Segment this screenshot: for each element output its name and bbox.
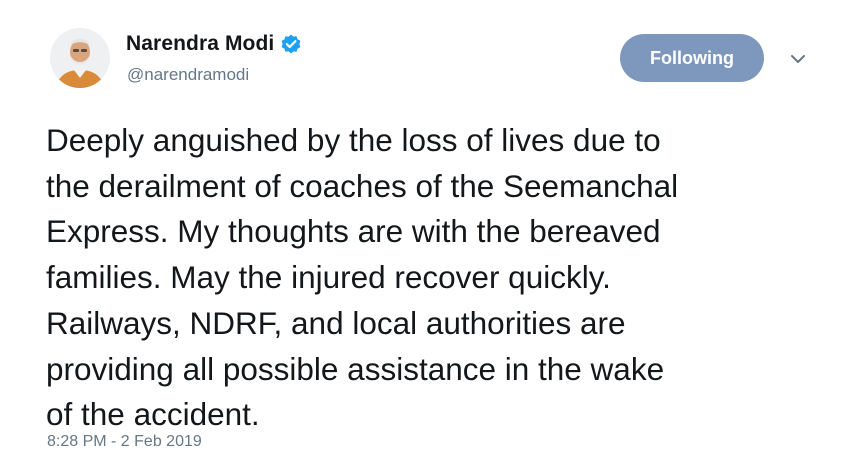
tweet-text-line: Railways, NDRF, and local authorities ar…	[46, 304, 626, 341]
author-handle[interactable]: @narendramodi	[127, 65, 249, 85]
tweet-text-line: the derailment of coaches of the Seemanc…	[46, 167, 679, 204]
tweet-text-line: providing all possible assistance in the…	[46, 350, 665, 387]
avatar-image	[50, 28, 110, 88]
author-name-row: Narendra Modi	[126, 32, 302, 56]
tweet-timestamp[interactable]: 8:28 PM - 2 Feb 2019	[47, 433, 202, 451]
author-display-name[interactable]: Narendra Modi	[126, 32, 274, 56]
verified-badge-icon	[280, 33, 302, 55]
following-button[interactable]: Following	[620, 34, 764, 82]
tweet-text-line: Deeply anguished by the loss of lives du…	[46, 122, 661, 158]
profile-avatar[interactable]	[50, 28, 110, 88]
tweet-card: Narendra Modi @narendramodi Following De…	[0, 0, 850, 471]
tweet-text-line: families. May the injured recover quickl…	[46, 259, 611, 296]
tweet-text: Deeply anguished by the loss of lives du…	[46, 118, 826, 438]
chevron-down-icon[interactable]	[789, 52, 807, 66]
tweet-text-line: Express. My thoughts are with the bereav…	[46, 213, 661, 250]
tweet-text-line: of the accident.	[46, 396, 260, 433]
